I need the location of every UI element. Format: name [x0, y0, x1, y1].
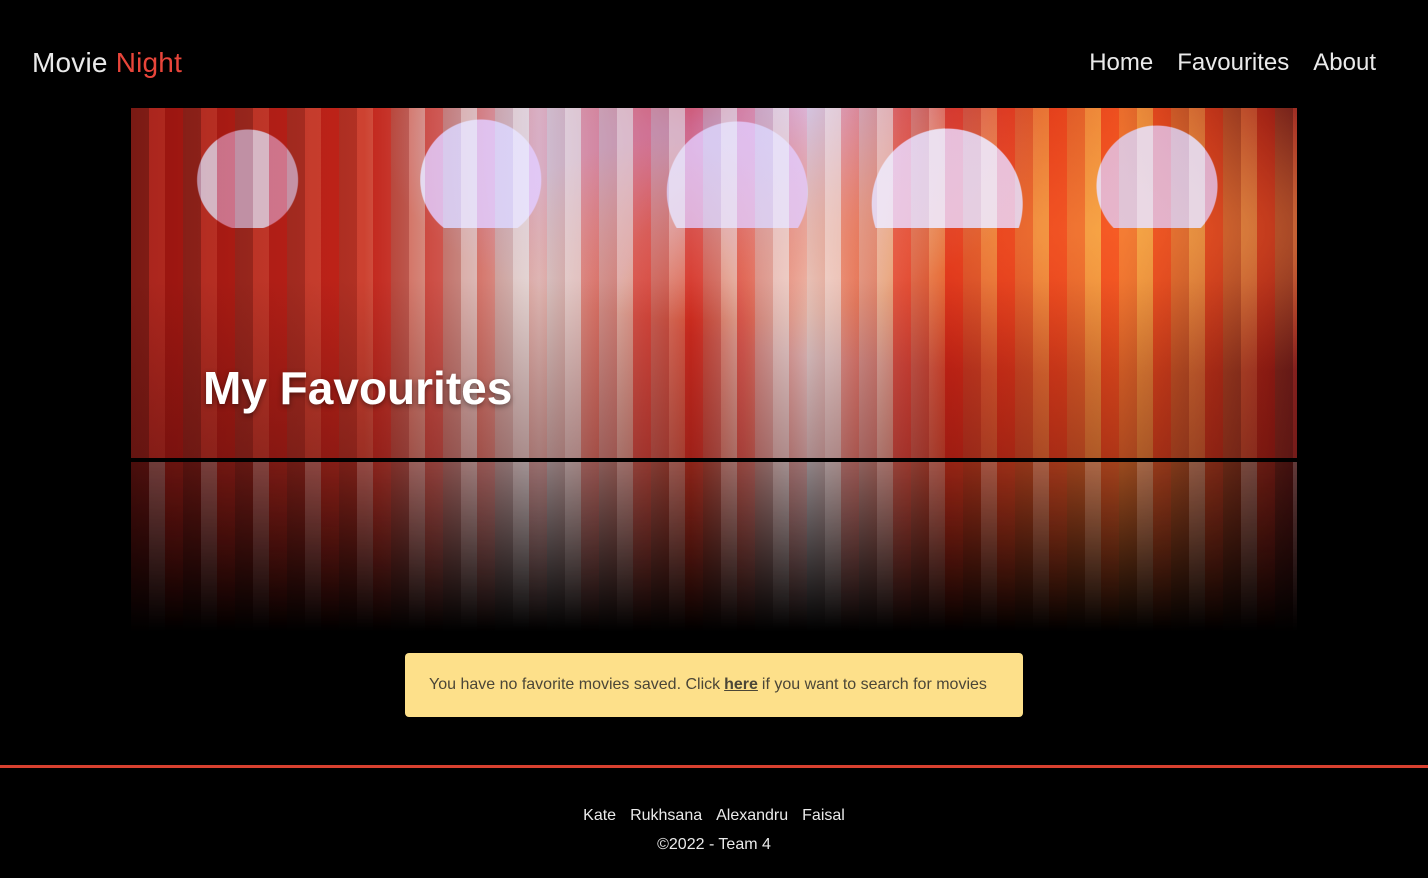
nav-home-link[interactable]: Home — [1089, 48, 1153, 78]
footer-divider — [0, 765, 1428, 768]
footer-name: Rukhsana — [630, 807, 703, 824]
page-title: My Favourites — [203, 362, 513, 414]
empty-favourites-alert: You have no favorite movies saved. Click… — [405, 653, 1023, 717]
footer-name: Kate — [583, 807, 617, 824]
reflection-stripes — [131, 462, 1297, 632]
brand-logo[interactable]: Movie Night — [32, 46, 182, 80]
nav-favourites-link[interactable]: Favourites — [1177, 48, 1289, 78]
nav-about-link[interactable]: About — [1313, 48, 1376, 78]
alert-text-after: if you want to search for movies — [761, 676, 987, 693]
footer-team-names: Kate Rukhsana Alexandru Faisal — [0, 806, 1428, 826]
brand-word-night: Night — [115, 47, 183, 78]
page: Movie Night Home Favourites About My Fav… — [0, 0, 1428, 878]
footer-name: Faisal — [802, 807, 845, 824]
main-nav: Home Favourites About — [1089, 48, 1376, 78]
footer-name: Alexandru — [716, 807, 789, 824]
search-here-link[interactable]: here — [724, 676, 758, 694]
alert-text-before: You have no favorite movies saved. Click — [429, 676, 721, 693]
footer-copyright: ©2022 - Team 4 — [657, 836, 771, 853]
brand-word-movie: Movie — [32, 47, 108, 78]
hero-reflection — [131, 462, 1297, 632]
navbar: Movie Night Home Favourites About — [0, 0, 1428, 108]
hero-banner: My Favourites — [131, 108, 1297, 458]
